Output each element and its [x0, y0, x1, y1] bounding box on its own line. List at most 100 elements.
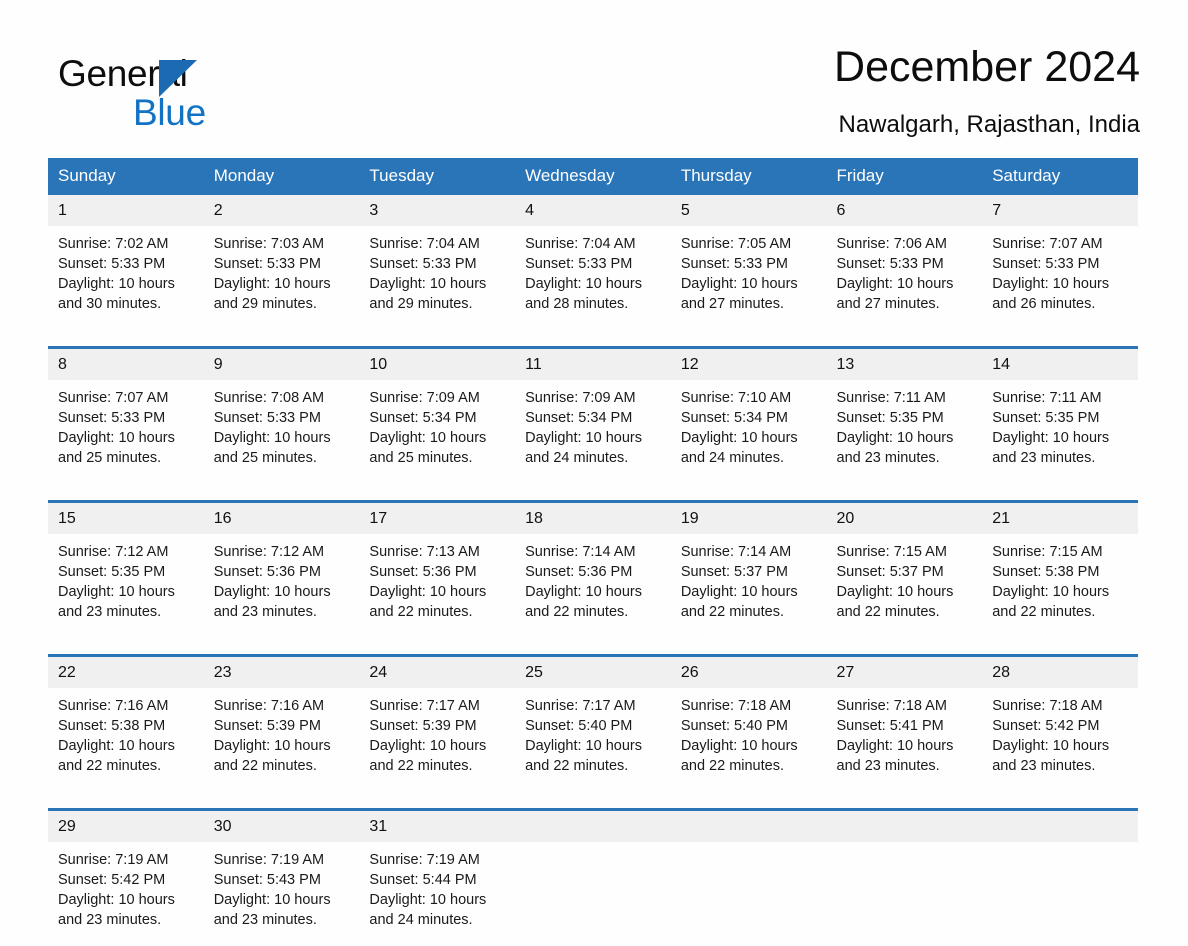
day-cell[interactable]: Sunrise: 7:18 AM Sunset: 5:42 PM Dayligh… — [982, 688, 1138, 792]
day-info-band: Sunrise: 7:12 AM Sunset: 5:35 PM Dayligh… — [48, 534, 1138, 638]
day-number[interactable]: 9 — [203, 349, 360, 380]
daylight-text-line2: and 23 minutes. — [992, 450, 1096, 466]
day-number[interactable]: 18 — [515, 503, 671, 534]
general-blue-logo[interactable]: General Blue — [58, 52, 258, 133]
day-cell[interactable]: Sunrise: 7:10 AM Sunset: 5:34 PM Dayligh… — [671, 380, 827, 484]
daylight-text-line1: Daylight: 10 hours — [680, 584, 798, 600]
day-number[interactable]: 8 — [48, 349, 204, 380]
day-cell[interactable]: Sunrise: 7:19 AM Sunset: 5:44 PM Dayligh… — [359, 842, 515, 946]
sunrise-text: Sunrise: 7:06 AM — [836, 236, 947, 252]
daylight-text-line2: and 22 minutes. — [525, 758, 629, 774]
day-number[interactable]: 23 — [203, 657, 360, 688]
day-cell[interactable]: Sunrise: 7:09 AM Sunset: 5:34 PM Dayligh… — [359, 380, 515, 484]
sunrise-text: Sunrise: 7:09 AM — [525, 390, 636, 406]
day-cell[interactable]: Sunrise: 7:17 AM Sunset: 5:39 PM Dayligh… — [359, 688, 515, 792]
title-block: December 2024 Nawalgarh, Rajasthan, Indi… — [834, 40, 1140, 142]
daylight-text-line1: Daylight: 10 hours — [369, 892, 487, 908]
day-cell[interactable]: Sunrise: 7:11 AM Sunset: 5:35 PM Dayligh… — [982, 380, 1138, 484]
daylight-text-line1: Daylight: 10 hours — [213, 430, 331, 446]
day-cell[interactable]: Sunrise: 7:15 AM Sunset: 5:37 PM Dayligh… — [827, 534, 983, 638]
weekday-header-saturday: Saturday — [982, 158, 1138, 195]
day-cell[interactable]: Sunrise: 7:16 AM Sunset: 5:38 PM Dayligh… — [48, 688, 204, 792]
day-cell[interactable]: Sunrise: 7:04 AM Sunset: 5:33 PM Dayligh… — [359, 226, 515, 330]
daylight-text-line2: and 23 minutes. — [58, 912, 162, 928]
daylight-text-line2: and 30 minutes. — [58, 296, 162, 312]
day-number[interactable]: 2 — [203, 195, 360, 226]
sunrise-text: Sunrise: 7:15 AM — [836, 544, 947, 560]
day-number[interactable]: 14 — [982, 349, 1138, 380]
day-cell[interactable]: Sunrise: 7:07 AM Sunset: 5:33 PM Dayligh… — [982, 226, 1138, 330]
day-number[interactable]: 10 — [359, 349, 516, 380]
sunrise-text: Sunrise: 7:11 AM — [992, 390, 1102, 406]
sunset-text: Sunset: 5:33 PM — [680, 256, 789, 272]
day-cell[interactable]: Sunrise: 7:07 AM Sunset: 5:33 PM Dayligh… — [48, 380, 204, 484]
sunrise-text: Sunrise: 7:15 AM — [992, 544, 1103, 560]
location-subtitle: Nawalgarh, Rajasthan, India — [838, 111, 1140, 138]
day-number[interactable]: 15 — [48, 503, 204, 534]
day-cell[interactable]: Sunrise: 7:12 AM Sunset: 5:36 PM Dayligh… — [204, 534, 360, 638]
day-number[interactable]: 13 — [826, 349, 983, 380]
day-number[interactable]: 11 — [515, 349, 671, 380]
day-number[interactable]: 20 — [826, 503, 983, 534]
day-number-empty — [826, 811, 983, 842]
day-cell[interactable]: Sunrise: 7:12 AM Sunset: 5:35 PM Dayligh… — [48, 534, 204, 638]
day-number[interactable]: 28 — [982, 657, 1138, 688]
day-number[interactable]: 27 — [826, 657, 983, 688]
daylight-text-line1: Daylight: 10 hours — [836, 430, 954, 446]
page-title: December 2024 — [834, 43, 1140, 91]
day-cell[interactable]: Sunrise: 7:19 AM Sunset: 5:42 PM Dayligh… — [48, 842, 204, 946]
day-number[interactable]: 21 — [982, 503, 1138, 534]
day-cell[interactable]: Sunrise: 7:14 AM Sunset: 5:36 PM Dayligh… — [515, 534, 671, 638]
day-number[interactable]: 12 — [670, 349, 827, 380]
day-number[interactable]: 6 — [826, 195, 983, 226]
day-cell[interactable]: Sunrise: 7:02 AM Sunset: 5:33 PM Dayligh… — [48, 226, 204, 330]
sunset-text: Sunset: 5:40 PM — [680, 718, 789, 734]
daylight-text-line1: Daylight: 10 hours — [525, 584, 642, 600]
day-number[interactable]: 25 — [515, 657, 671, 688]
day-cell[interactable]: Sunrise: 7:16 AM Sunset: 5:39 PM Dayligh… — [204, 688, 360, 792]
day-number[interactable]: 31 — [359, 811, 516, 842]
sunrise-text: Sunrise: 7:19 AM — [369, 852, 480, 868]
daylight-text-line2: and 22 minutes. — [525, 604, 629, 620]
daylight-text-line2: and 23 minutes. — [992, 758, 1096, 774]
day-cell[interactable]: Sunrise: 7:18 AM Sunset: 5:40 PM Dayligh… — [671, 688, 827, 792]
day-number[interactable]: 26 — [670, 657, 827, 688]
day-number[interactable]: 30 — [203, 811, 360, 842]
day-number[interactable]: 7 — [982, 195, 1138, 226]
day-number[interactable]: 29 — [48, 811, 204, 842]
sunset-text: Sunset: 5:34 PM — [369, 410, 477, 426]
day-number[interactable]: 22 — [48, 657, 204, 688]
day-number[interactable]: 1 — [48, 195, 204, 226]
day-cell[interactable]: Sunrise: 7:19 AM Sunset: 5:43 PM Dayligh… — [204, 842, 360, 946]
day-number-empty — [670, 811, 827, 842]
day-cell[interactable]: Sunrise: 7:05 AM Sunset: 5:33 PM Dayligh… — [671, 226, 827, 330]
daylight-text-line2: and 22 minutes. — [369, 604, 473, 620]
day-number[interactable]: 4 — [515, 195, 671, 226]
day-cell[interactable]: Sunrise: 7:17 AM Sunset: 5:40 PM Dayligh… — [515, 688, 671, 792]
day-cell[interactable]: Sunrise: 7:13 AM Sunset: 5:36 PM Dayligh… — [359, 534, 515, 638]
day-number[interactable]: 16 — [203, 503, 360, 534]
daylight-text-line1: Daylight: 10 hours — [369, 738, 487, 754]
weekday-header-thursday: Thursday — [670, 158, 827, 195]
day-cell[interactable]: Sunrise: 7:14 AM Sunset: 5:37 PM Dayligh… — [671, 534, 827, 638]
page-header: General Blue December 2024 Nawalgarh, Ra… — [48, 40, 1140, 145]
day-cell[interactable]: Sunrise: 7:09 AM Sunset: 5:34 PM Dayligh… — [515, 380, 671, 484]
day-number[interactable]: 19 — [670, 503, 827, 534]
day-cell[interactable]: Sunrise: 7:04 AM Sunset: 5:33 PM Dayligh… — [515, 226, 671, 330]
calendar-week-row: 1 2 3 4 5 6 7 Sunrise: 7:02 AM Sunset: 5… — [48, 195, 1138, 330]
day-number[interactable]: 3 — [359, 195, 516, 226]
day-number[interactable]: 24 — [359, 657, 516, 688]
brand-name-blue: Blue — [133, 92, 206, 133]
day-cell[interactable]: Sunrise: 7:18 AM Sunset: 5:41 PM Dayligh… — [827, 688, 983, 792]
day-number[interactable]: 5 — [670, 195, 827, 226]
day-cell[interactable]: Sunrise: 7:03 AM Sunset: 5:33 PM Dayligh… — [204, 226, 360, 330]
sunset-text: Sunset: 5:37 PM — [836, 564, 944, 580]
day-cell[interactable]: Sunrise: 7:06 AM Sunset: 5:33 PM Dayligh… — [827, 226, 983, 330]
day-cell[interactable]: Sunrise: 7:08 AM Sunset: 5:33 PM Dayligh… — [204, 380, 360, 484]
day-cell[interactable]: Sunrise: 7:15 AM Sunset: 5:38 PM Dayligh… — [982, 534, 1138, 638]
day-number-band: 29 30 31 — [48, 811, 1138, 842]
daylight-text-line1: Daylight: 10 hours — [680, 430, 798, 446]
daylight-text-line1: Daylight: 10 hours — [58, 276, 175, 292]
day-cell[interactable]: Sunrise: 7:11 AM Sunset: 5:35 PM Dayligh… — [827, 380, 983, 484]
day-number[interactable]: 17 — [359, 503, 516, 534]
